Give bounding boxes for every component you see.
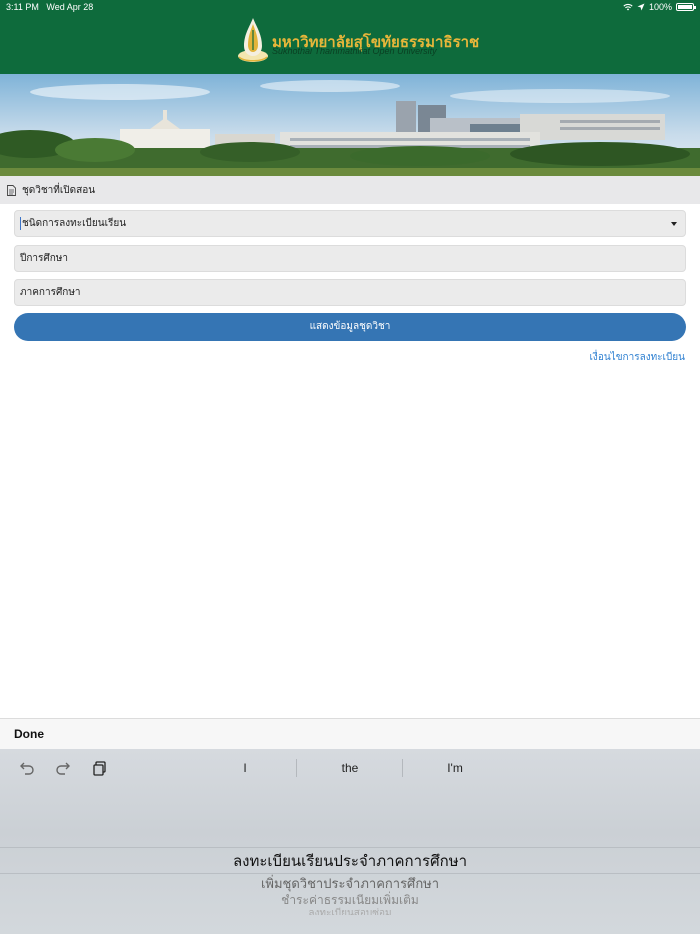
app-header: 3:11 PM Wed Apr 28 100% มหาวิทยาลัยสุโขท… xyxy=(0,0,700,74)
done-button[interactable]: Done xyxy=(14,727,44,741)
campus-banner-image xyxy=(0,74,700,176)
registration-conditions-link[interactable]: เงื่อนไขการลงทะเบียน xyxy=(590,350,685,365)
status-bar: 3:11 PM Wed Apr 28 100% xyxy=(0,0,700,14)
section-header: ชุดวิชาที่เปิดสอน xyxy=(0,176,700,204)
picker-selection-line xyxy=(0,847,700,848)
location-icon xyxy=(637,3,645,11)
section-title: ชุดวิชาที่เปิดสอน xyxy=(22,184,96,196)
document-icon xyxy=(7,184,16,196)
suggestion-divider xyxy=(296,759,297,777)
show-courses-button[interactable]: แสดงข้อมูลชุดวิชา xyxy=(14,313,686,341)
dropdown-arrow-icon xyxy=(671,222,677,226)
redo-icon[interactable] xyxy=(55,760,71,776)
suggestion-2[interactable]: the xyxy=(298,761,402,775)
undo-icon[interactable] xyxy=(19,760,35,776)
registration-type-value: ชนิดการลงทะเบียนเรียน xyxy=(22,218,127,229)
suggestion-1[interactable]: I xyxy=(193,761,297,775)
picker-option[interactable]: ลงทะเบียนสอบซ่อม xyxy=(0,906,700,915)
status-date-value: Wed Apr 28 xyxy=(46,2,94,12)
status-indicators: 100% xyxy=(623,0,696,14)
paste-icon[interactable] xyxy=(92,760,108,776)
picker-toolbar: Done xyxy=(0,718,700,749)
text-caret xyxy=(20,217,21,230)
picker-wheel-area: I the I'm ลงทะเบียนเรียนประจำภาคการศึกษา… xyxy=(0,749,700,934)
semester-placeholder: ภาคการศึกษา xyxy=(20,287,81,298)
semester-field[interactable]: ภาคการศึกษา xyxy=(14,279,686,306)
academic-year-field[interactable]: ปีการศึกษา xyxy=(14,245,686,272)
picker-option[interactable]: ลงทะเบียนเรียนประจำภาคการศึกษา xyxy=(0,849,700,873)
wifi-icon xyxy=(623,4,633,11)
battery-icon xyxy=(676,3,696,11)
university-logo xyxy=(238,18,268,62)
status-time: 3:11 PM Wed Apr 28 xyxy=(6,0,93,14)
university-name-en: Sukhothai Thammathirat Open University xyxy=(272,46,437,56)
suggestion-3[interactable]: I'm xyxy=(403,761,507,775)
registration-type-select[interactable]: ชนิดการลงทะเบียนเรียน xyxy=(14,210,686,237)
academic-year-placeholder: ปีการศึกษา xyxy=(20,253,68,264)
status-time-value: 3:11 PM xyxy=(6,2,39,12)
battery-percent: 100% xyxy=(648,2,672,12)
